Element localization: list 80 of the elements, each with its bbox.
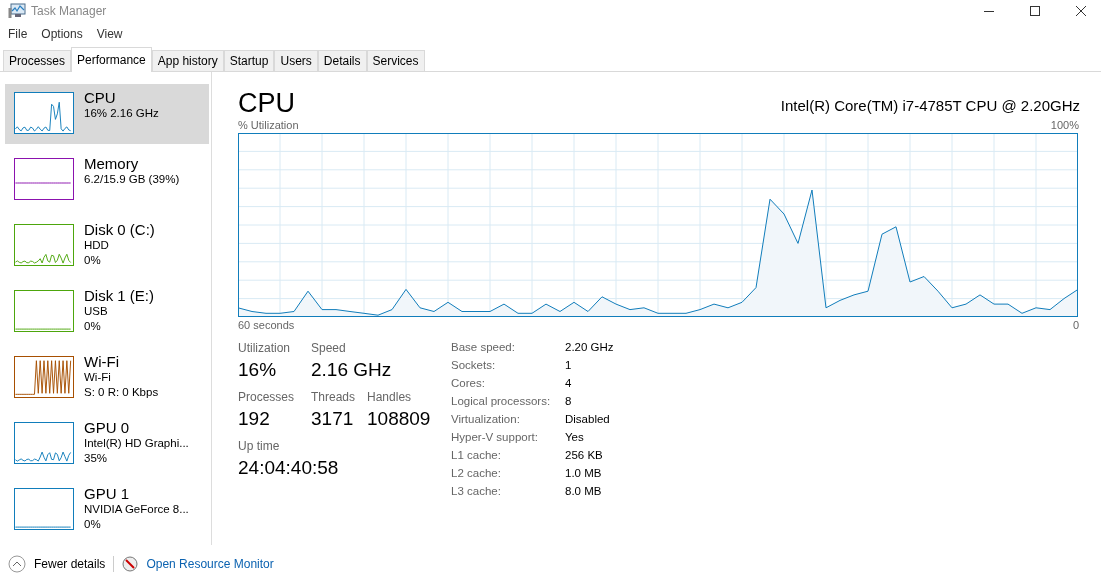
resource-detail: 0% [84, 517, 102, 532]
sidebar-item[interactable]: Memory 6.2/15.9 GB (39%) [5, 150, 209, 210]
property-label: Sockets: [451, 358, 497, 373]
resource-detail: 16% 2.16 GHz [84, 106, 159, 121]
resource-name: CPU [84, 89, 117, 106]
resource-detail: USB [84, 304, 109, 319]
stat-value: 24:04:40:58 [238, 456, 339, 480]
resource-detail: 0% [84, 319, 102, 334]
stat-value: 16% [238, 358, 278, 382]
property-value: 2.20 GHz [565, 340, 614, 355]
property-value: 1.0 MB [565, 466, 603, 481]
stat-label: Handles [367, 389, 413, 405]
panel-title: CPU [238, 88, 295, 118]
tab[interactable]: Details [317, 50, 367, 71]
property-value: Yes [565, 430, 585, 445]
property-label: L1 cache: [451, 448, 502, 463]
stat-label: Processes [238, 389, 296, 405]
graph-caption: 60 seconds [238, 318, 295, 332]
stat-label: Up time [238, 438, 281, 454]
menu-item[interactable]: File [8, 27, 28, 41]
resource-detail: 0% [84, 253, 102, 268]
resource-detail: S: 0 R: 0 Kbps [84, 385, 159, 400]
maximize-icon[interactable] [1029, 5, 1041, 17]
tab[interactable]: App history [151, 50, 224, 71]
property-label: L3 cache: [451, 484, 502, 499]
fewer-details-button[interactable]: Fewer details [8, 555, 106, 573]
resource-monitor-icon [122, 556, 139, 572]
resource-name: Disk 1 (E:) [84, 287, 154, 304]
resource-name: Disk 0 (C:) [84, 221, 155, 238]
graph-caption: 100% [1050, 118, 1079, 132]
processor-name: Intel(R) Core(TM) i7-4785T CPU @ 2.20GHz [780, 97, 1080, 116]
property-label: Logical processors: [451, 394, 552, 409]
sidebar-item[interactable]: GPU 0 Intel(R) HD Graphi... 35% [5, 414, 209, 474]
property-value: 256 KB [565, 448, 604, 463]
stat-value: 192 [238, 407, 271, 431]
tab[interactable]: Services [366, 50, 425, 71]
property-label: Base speed: [451, 340, 516, 355]
graph-caption: 0 [1072, 318, 1079, 332]
sidebar-item[interactable]: CPU 16% 2.16 GHz [5, 84, 209, 144]
property-label: L2 cache: [451, 466, 502, 481]
close-icon[interactable] [1075, 5, 1087, 17]
stat-label: Threads [311, 389, 356, 405]
sidebar-item[interactable]: GPU 1 NVIDIA GeForce 8... 0% [5, 480, 209, 540]
resource-name: GPU 0 [84, 419, 130, 436]
tab[interactable]: Startup [223, 50, 275, 71]
tab[interactable]: Performance [71, 47, 152, 72]
tab[interactable]: Processes [3, 50, 72, 71]
resource-monitor-link[interactable]: Open Resource Monitor [146, 557, 274, 571]
app-icon [8, 3, 26, 19]
graph-caption: % Utilization [238, 118, 299, 132]
resource-name: GPU 1 [84, 485, 130, 502]
property-value: 1 [565, 358, 573, 373]
sidebar-item[interactable]: Disk 1 (E:) USB 0% [5, 282, 209, 342]
sidebar-item[interactable]: Wi-Fi Wi-Fi S: 0 R: 0 Kbps [5, 348, 209, 408]
chevron-up-icon [8, 555, 26, 573]
sidebar-item[interactable]: Disk 0 (C:) HDD 0% [5, 216, 209, 276]
resource-name: Memory [84, 155, 140, 172]
resource-detail: 35% [84, 451, 109, 466]
menu-item[interactable]: Options [41, 27, 83, 41]
stat-value: 108809 [367, 407, 431, 431]
stat-label: Speed [311, 340, 347, 356]
resource-name: Wi-Fi [84, 353, 120, 370]
window-title: Task Manager [31, 4, 107, 18]
stat-value: 3171 [311, 407, 355, 431]
property-label: Virtualization: [451, 412, 521, 427]
property-value: Disabled [565, 412, 611, 427]
resource-detail: NVIDIA GeForce 8... [84, 502, 189, 517]
resource-detail: 6.2/15.9 GB (39%) [84, 172, 180, 187]
resource-detail: Intel(R) HD Graphi... [84, 436, 189, 451]
menu-item[interactable]: View [96, 27, 123, 41]
property-label: Cores: [451, 376, 486, 391]
resource-detail: Wi-Fi [84, 370, 112, 385]
property-label: Hyper-V support: [451, 430, 539, 445]
property-value: 8 [565, 394, 573, 409]
property-value: 4 [565, 376, 573, 391]
tab[interactable]: Users [274, 50, 318, 71]
stat-value: 2.16 GHz [311, 358, 392, 382]
stat-label: Utilization [238, 340, 292, 356]
resource-detail: HDD [84, 238, 110, 253]
property-value: 8.0 MB [565, 484, 603, 499]
